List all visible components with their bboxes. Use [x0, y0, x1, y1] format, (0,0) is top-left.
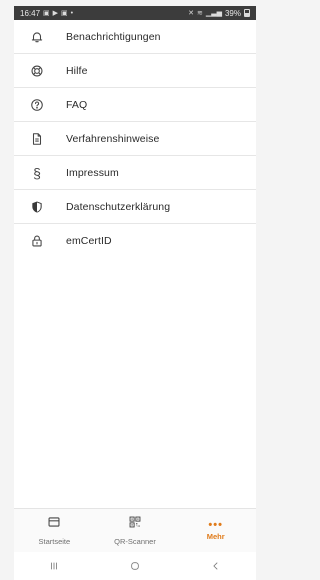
- menu-item-datenschutzerklaerung[interactable]: Datenschutzerklärung: [14, 190, 256, 224]
- mute-icon: ✕: [188, 10, 194, 17]
- tab-label: Startseite: [38, 537, 71, 546]
- dot-notification-icon: •: [70, 9, 74, 17]
- question-circle-icon: [29, 97, 45, 113]
- wifi-calling-icon: ≋: [196, 10, 203, 17]
- shield-icon: [29, 199, 45, 215]
- menu-item-label: Impressum: [66, 166, 119, 179]
- qr-code-icon: [128, 515, 142, 534]
- recents-button[interactable]: [34, 555, 74, 577]
- home-card-icon: [47, 515, 61, 534]
- tab-startseite[interactable]: Startseite: [14, 509, 95, 552]
- menu-item-impressum[interactable]: § Impressum: [14, 156, 256, 190]
- status-bar: 16:47 ▣ ▶ ▣ • ✕ ≋ ▁▃▅ 39%: [14, 6, 256, 20]
- gallery-notification-icon: ▣: [43, 10, 50, 17]
- more-dots-icon: •••: [208, 518, 223, 531]
- section-sign-icon: §: [33, 164, 41, 181]
- image-notification-icon: ▣: [61, 10, 68, 17]
- more-menu-list: Benachrichtigungen Hilfe FAQ Verfahrensh…: [14, 20, 256, 258]
- menu-item-label: Verfahrenshinweise: [66, 132, 160, 145]
- menu-item-label: Benachrichtigungen: [66, 30, 161, 43]
- status-time: 16:47: [20, 8, 41, 18]
- home-circle-icon: [131, 562, 139, 570]
- recents-icon: [51, 562, 58, 570]
- bottom-navigation: Startseite QR-Scanner ••• Mehr: [14, 508, 256, 552]
- menu-item-label: emCertID: [66, 235, 112, 247]
- menu-item-faq[interactable]: FAQ: [14, 88, 256, 122]
- lifebuoy-icon: [29, 63, 45, 79]
- tab-mehr[interactable]: ••• Mehr: [175, 509, 256, 552]
- document-icon: [29, 131, 45, 147]
- menu-item-label: Hilfe: [66, 64, 88, 77]
- menu-item-verfahrenshinweise[interactable]: Verfahrenshinweise: [14, 122, 256, 156]
- battery-percent: 39%: [224, 8, 241, 18]
- phone-screen: 16:47 ▣ ▶ ▣ • ✕ ≋ ▁▃▅ 39% Benachrichtigu…: [14, 6, 256, 580]
- home-button[interactable]: [115, 555, 155, 577]
- play-notification-icon: ▶: [52, 10, 59, 17]
- lock-icon: [29, 233, 45, 249]
- bell-icon: [29, 29, 45, 45]
- system-navigation-bar: [14, 552, 256, 580]
- tab-label: Mehr: [206, 531, 225, 541]
- back-chevron-icon: [212, 562, 218, 570]
- battery-icon: [244, 9, 250, 17]
- tab-qr-scanner[interactable]: QR-Scanner: [95, 509, 176, 552]
- menu-item-label: Datenschutzerklärung: [66, 200, 171, 213]
- signal-icon: ▁▃▅: [205, 10, 222, 17]
- menu-item-hilfe[interactable]: Hilfe: [14, 54, 256, 88]
- menu-item-benachrichtigungen[interactable]: Benachrichtigungen: [14, 20, 256, 54]
- tab-label: QR-Scanner: [114, 537, 156, 546]
- menu-item-label: FAQ: [66, 98, 88, 111]
- back-button[interactable]: [196, 555, 236, 577]
- menu-item-emcertid[interactable]: emCertID: [14, 224, 256, 258]
